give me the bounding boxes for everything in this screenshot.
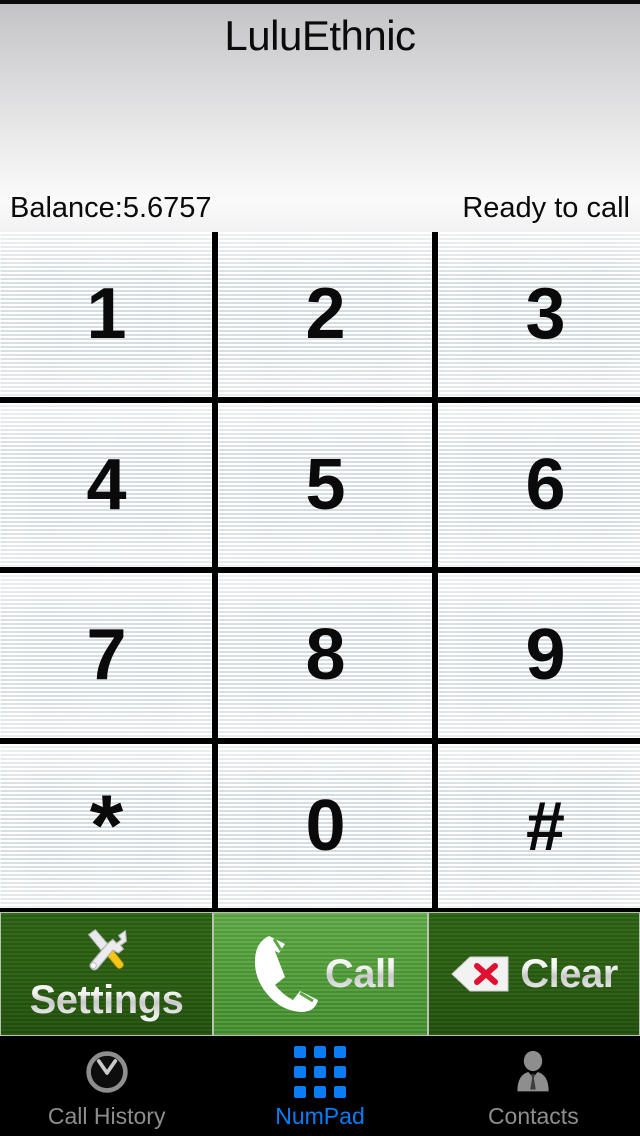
key-label: 4 xyxy=(86,444,126,525)
key-8[interactable]: 8 xyxy=(218,573,432,738)
tab-call-history-label: Call History xyxy=(47,1103,166,1129)
keypad-grid-dot xyxy=(313,1046,326,1058)
tab-contacts-label: Contacts xyxy=(487,1103,579,1129)
settings-label: Settings xyxy=(29,978,184,1022)
balance-label: Balance:5.6757 xyxy=(10,192,212,224)
key-label: 1 xyxy=(86,274,126,355)
key-1[interactable]: 1 xyxy=(0,232,212,397)
tab-bar: Call History NumPad Contacts xyxy=(0,1036,640,1136)
action-bar: Settings Call Clear xyxy=(0,912,640,1036)
keypad-grid-icon xyxy=(293,1046,346,1098)
keypad-grid-dot xyxy=(293,1066,306,1078)
key-5[interactable]: 5 xyxy=(218,402,432,567)
key-2[interactable]: 2 xyxy=(218,232,432,397)
key-label: 8 xyxy=(305,615,345,696)
settings-button-content: Settings xyxy=(30,926,184,1022)
tab-call-history[interactable]: Call History xyxy=(0,1036,213,1136)
tab-contacts[interactable]: Contacts xyxy=(427,1036,640,1136)
key-4[interactable]: 4 xyxy=(0,402,212,567)
numpad-grid: 1 2 3 4 5 6 7 8 9 * 0 # xyxy=(0,232,640,908)
status-row: Balance:5.6757 Ready to call xyxy=(0,192,640,224)
tab-numpad[interactable]: NumPad xyxy=(213,1036,426,1136)
key-star[interactable]: * xyxy=(0,743,212,908)
key-label: 0 xyxy=(305,785,345,866)
key-3[interactable]: 3 xyxy=(438,232,640,397)
phone-handset-icon xyxy=(245,931,321,1017)
key-label: 3 xyxy=(525,274,565,355)
key-6[interactable]: 6 xyxy=(438,402,640,567)
key-label: 9 xyxy=(525,615,565,696)
clock-icon xyxy=(82,1047,132,1097)
key-9[interactable]: 9 xyxy=(438,573,640,738)
page-title: LuluEthnic xyxy=(224,12,416,59)
key-label: 7 xyxy=(86,615,126,696)
keypad-grid-dot xyxy=(333,1066,346,1078)
clear-label: Clear xyxy=(520,952,618,996)
call-status-label: Ready to call xyxy=(462,192,630,224)
keypad-grid-dot xyxy=(313,1086,326,1098)
clear-button[interactable]: Clear xyxy=(428,912,640,1036)
backspace-delete-icon xyxy=(450,951,512,997)
person-icon xyxy=(508,1047,558,1097)
call-button[interactable]: Call xyxy=(213,912,428,1036)
key-hash[interactable]: # xyxy=(438,743,640,908)
key-label: # xyxy=(526,786,565,865)
clear-button-content: Clear xyxy=(450,951,618,997)
key-7[interactable]: 7 xyxy=(0,573,212,738)
keypad-grid-dot xyxy=(333,1086,346,1098)
call-button-content: Call xyxy=(245,931,397,1017)
keypad-grid-dot xyxy=(333,1046,346,1058)
keypad-grid-dot xyxy=(293,1086,306,1098)
key-0[interactable]: 0 xyxy=(218,743,432,908)
header: LuluEthnic Balance:5.6757 Ready to call xyxy=(0,4,640,232)
tab-numpad-label: NumPad xyxy=(275,1103,365,1129)
key-label: 6 xyxy=(525,444,565,525)
key-label: * xyxy=(89,777,123,874)
keypad-grid-dot xyxy=(293,1046,306,1058)
key-label: 5 xyxy=(305,444,345,525)
phone-dialer-app: LuluEthnic Balance:5.6757 Ready to call … xyxy=(0,0,640,1136)
key-label: 2 xyxy=(305,274,345,355)
call-label: Call xyxy=(324,952,397,996)
wrench-screwdriver-icon xyxy=(75,926,137,978)
settings-button[interactable]: Settings xyxy=(0,912,213,1036)
keypad-grid-dot xyxy=(313,1066,326,1078)
